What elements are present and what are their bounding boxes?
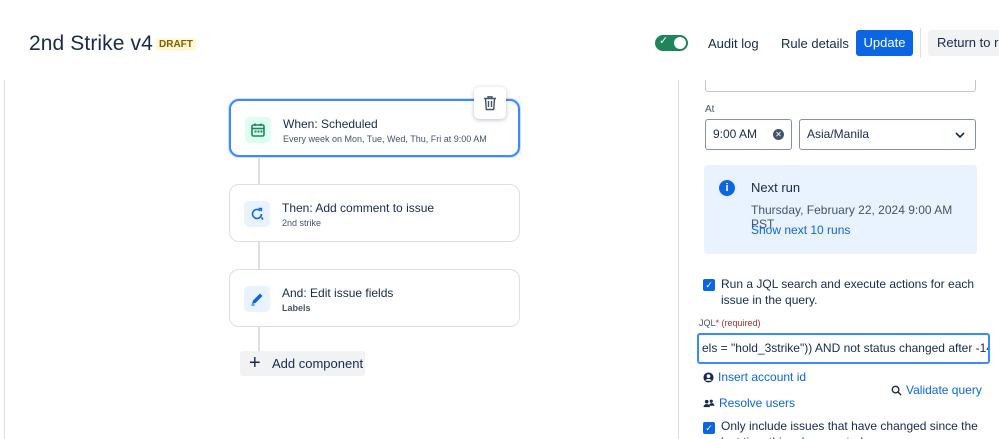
required-text: (required) — [721, 318, 761, 328]
pencil-icon — [244, 286, 270, 312]
insert-account-id-label: Insert account id — [718, 370, 807, 384]
validate-query-link[interactable]: Validate query — [891, 383, 982, 397]
page-title: 2nd Strike v4 — [29, 32, 153, 55]
action-card-edit-fields[interactable]: And: Edit issue fields Labels — [229, 269, 520, 327]
show-next-runs-link[interactable]: Show next 10 runs — [751, 223, 850, 237]
jql-label-text: JQL — [699, 318, 716, 328]
time-input[interactable]: 9:00 AM ✕ — [705, 119, 792, 150]
header: 2nd Strike v4 DRAFT ✓ Audit log Rule det… — [0, 0, 999, 80]
resolve-users-label: Resolve users — [719, 396, 796, 410]
jql-input[interactable]: els = "hold_3strike")) AND not status ch… — [697, 333, 990, 364]
next-run-panel: i Next run Thursday, February 22, 2024 9… — [704, 165, 977, 254]
chevron-down-icon — [955, 132, 965, 139]
connector-line — [258, 157, 260, 184]
timezone-value: Asia/Manila — [807, 127, 870, 141]
validate-query-label: Validate query — [906, 383, 982, 397]
check-icon: ✓ — [659, 35, 669, 47]
audit-log-button[interactable]: Audit log — [700, 31, 767, 56]
draft-badge: DRAFT — [156, 38, 196, 51]
search-icon — [891, 385, 902, 396]
divider — [920, 28, 921, 58]
rule-details-button[interactable]: Rule details — [773, 31, 857, 56]
rule-settings-panel: At 9:00 AM ✕ Asia/Manila i Next run Thur… — [678, 80, 999, 439]
resolve-users-link[interactable]: Resolve users — [703, 396, 795, 410]
card-title: When: Scheduled — [283, 117, 378, 131]
only-include-changed-checkbox[interactable]: ✓ — [703, 422, 715, 434]
card-subtitle: Every week on Mon, Tue, Wed, Thu, Fri at… — [283, 134, 487, 144]
card-title: And: Edit issue fields — [282, 286, 394, 300]
card-subtitle: Labels — [282, 303, 311, 313]
jql-search-checkbox-label: Run a JQL search and execute actions for… — [721, 277, 975, 307]
time-value: 9:00 AM — [713, 127, 758, 141]
jql-label: JQL* (required) — [699, 318, 761, 328]
timezone-select[interactable]: Asia/Manila — [799, 119, 976, 150]
rule-enabled-toggle[interactable]: ✓ — [655, 35, 688, 51]
next-run-title: Next run — [751, 180, 801, 195]
card-title: Then: Add comment to issue — [282, 201, 435, 215]
weekday-selector[interactable] — [705, 80, 976, 92]
jql-search-checkbox[interactable]: ✓ — [703, 279, 715, 291]
add-component-label: Add component — [272, 356, 364, 371]
delete-trigger-button[interactable] — [474, 87, 506, 119]
update-button[interactable]: Update — [856, 30, 913, 56]
connector-line — [258, 241, 260, 269]
action-card-add-comment[interactable]: Then: Add comment to issue 2nd strike — [229, 184, 520, 242]
toggle-knob — [674, 37, 686, 49]
trash-icon — [484, 96, 496, 111]
add-component-button[interactable]: + Add component — [240, 351, 365, 376]
calendar-icon — [245, 117, 271, 143]
card-subtitle: 2nd strike — [282, 218, 322, 228]
at-label: At — [705, 104, 715, 115]
plus-icon: + — [249, 352, 261, 374]
only-include-changed-label: Only include issues that have changed si… — [721, 419, 978, 439]
user-circle-icon — [703, 371, 714, 383]
comment-refresh-icon — [244, 201, 270, 227]
insert-account-id-link[interactable]: Insert account id — [703, 370, 806, 384]
users-icon — [703, 399, 715, 407]
clear-icon[interactable]: ✕ — [773, 129, 784, 140]
return-to-rules-button[interactable]: Return to ru — [928, 30, 999, 56]
info-icon: i — [719, 180, 735, 196]
connector-line — [258, 325, 260, 352]
